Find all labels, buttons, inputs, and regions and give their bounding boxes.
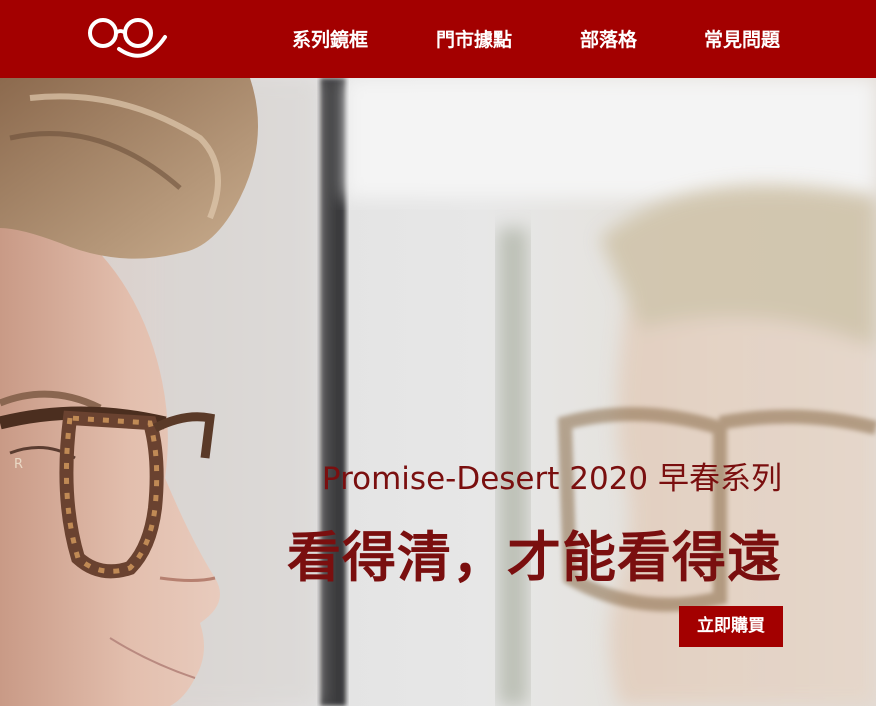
svg-text:R: R [14,457,23,472]
nav-link-faq[interactable]: 常見問題 [704,28,780,52]
buy-now-button[interactable]: 立即購買 [679,606,783,647]
nav-link-blog[interactable]: 部落格 [580,28,637,52]
nav-link-stores[interactable]: 門市據點 [436,28,512,52]
hero-title: 看得清，才能看得遠 [287,526,782,589]
hero-banner: R Promise-Desert 2020 早春系列 看得清，才能看得遠 立即購… [0,78,876,706]
top-navbar: 系列鏡框 門市據點 部落格 常見問題 [0,0,876,78]
hero-subtitle: Promise-Desert 2020 早春系列 [321,461,782,497]
nav-link-frames[interactable]: 系列鏡框 [292,28,368,52]
glasses-logo-icon[interactable] [85,11,169,63]
